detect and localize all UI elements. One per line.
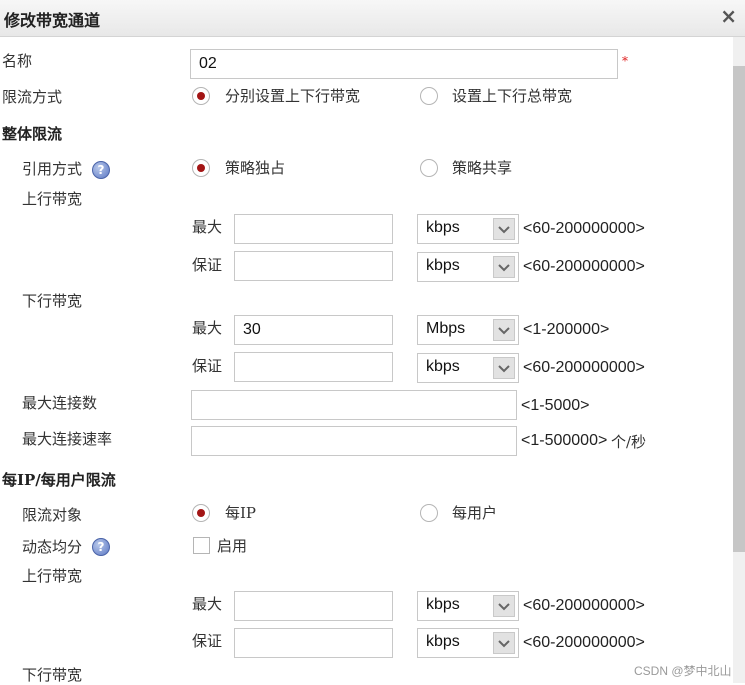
upstream-guarantee-label: 保证 [192, 256, 223, 274]
enable-checkbox[interactable] [193, 537, 210, 554]
chevron-down-icon[interactable] [493, 218, 515, 240]
per-ip-upstream-label: 上行带宽 [22, 567, 83, 585]
help-icon[interactable]: ? [92, 538, 110, 556]
per-ip-upstream-guarantee-unit-select[interactable]: kbps [417, 628, 519, 658]
section-per-ip-heading: 每IP/每用户限流 [2, 471, 116, 489]
downstream-guarantee-input[interactable] [234, 352, 393, 382]
chevron-down-icon[interactable] [493, 595, 515, 617]
upstream-guarantee-input[interactable] [234, 251, 393, 281]
radio-policy-shared[interactable] [420, 159, 438, 177]
max-connection-rate-unit: 个/秒 [611, 433, 647, 451]
radio-per-user-label: 每用户 [452, 504, 498, 522]
select-value: kbps [426, 219, 460, 236]
close-icon[interactable]: × [720, 4, 737, 28]
radio-policy-exclusive[interactable] [192, 159, 210, 177]
upstream-max-label: 最大 [192, 218, 223, 236]
upstream-guarantee-range: <60-200000000> [523, 258, 645, 275]
dialog-titlebar: 修改带宽通道 × [0, 0, 745, 37]
scrollbar-thumb[interactable] [733, 66, 745, 552]
per-ip-upstream-guarantee-range: <60-200000000> [523, 634, 645, 651]
downstream-guarantee-label: 保证 [192, 357, 223, 375]
chevron-down-icon[interactable] [493, 632, 515, 654]
select-value: kbps [426, 633, 460, 650]
chevron-down-icon[interactable] [493, 357, 515, 379]
radio-per-ip[interactable] [192, 504, 210, 522]
per-ip-upstream-max-unit-select[interactable]: kbps [417, 591, 519, 621]
reference-mode-label: 引用方式 [22, 160, 83, 178]
max-connection-rate-label: 最大连接速率 [22, 430, 113, 448]
downstream-max-range: <1-200000> [523, 321, 610, 338]
upstream-guarantee-unit-select[interactable]: kbps [417, 252, 519, 282]
section-overall-heading: 整体限流 [2, 125, 63, 143]
per-ip-upstream-guarantee-input[interactable] [234, 628, 393, 658]
per-ip-upstream-max-range: <60-200000000> [523, 597, 645, 614]
max-connections-label: 最大连接数 [22, 394, 98, 412]
upstream-label: 上行带宽 [22, 190, 83, 208]
radio-total-bandwidth-label: 设置上下行总带宽 [452, 87, 573, 105]
downstream-max-label: 最大 [192, 319, 223, 337]
downstream-max-input[interactable] [234, 315, 393, 345]
max-connections-input[interactable] [191, 390, 517, 420]
max-connection-rate-range: <1-500000> [521, 432, 608, 449]
help-icon[interactable]: ? [92, 161, 110, 179]
per-ip-upstream-guarantee-label: 保证 [192, 632, 223, 650]
limit-target-label: 限流对象 [22, 506, 83, 524]
radio-total-bandwidth[interactable] [420, 87, 438, 105]
radio-policy-exclusive-label: 策略独占 [225, 159, 286, 177]
per-ip-upstream-max-label: 最大 [192, 595, 223, 613]
radio-policy-shared-label: 策略共享 [452, 159, 513, 177]
radio-separate-bandwidth-label: 分别设置上下行带宽 [225, 87, 361, 105]
radio-per-ip-label: 每IP [225, 504, 257, 522]
watermark: CSDN @梦中北山 [634, 664, 732, 678]
enable-checkbox-label: 启用 [217, 537, 248, 555]
max-connection-rate-input[interactable] [191, 426, 517, 456]
name-input[interactable] [190, 49, 618, 79]
upstream-max-input[interactable] [234, 214, 393, 244]
downstream-guarantee-unit-select[interactable]: kbps [417, 353, 519, 383]
radio-separate-bandwidth[interactable] [192, 87, 210, 105]
dialog-title: 修改带宽通道 [4, 11, 101, 30]
select-value: kbps [426, 596, 460, 613]
dynamic-balance-label: 动态均分 [22, 538, 83, 556]
required-mark: * [622, 54, 628, 68]
select-value: kbps [426, 257, 460, 274]
chevron-down-icon[interactable] [493, 319, 515, 341]
select-value: kbps [426, 358, 460, 375]
limit-mode-label: 限流方式 [2, 88, 63, 106]
name-label: 名称 [2, 52, 33, 70]
downstream-max-unit-select[interactable]: Mbps [417, 315, 519, 345]
upstream-max-range: <60-200000000> [523, 220, 645, 237]
downstream-guarantee-range: <60-200000000> [523, 359, 645, 376]
upstream-max-unit-select[interactable]: kbps [417, 214, 519, 244]
select-value: Mbps [426, 320, 466, 337]
downstream-label: 下行带宽 [22, 292, 83, 310]
per-ip-upstream-max-input[interactable] [234, 591, 393, 621]
radio-per-user[interactable] [420, 504, 438, 522]
max-connections-range: <1-5000> [521, 397, 590, 414]
chevron-down-icon[interactable] [493, 256, 515, 278]
per-ip-downstream-label: 下行带宽 [22, 666, 83, 684]
